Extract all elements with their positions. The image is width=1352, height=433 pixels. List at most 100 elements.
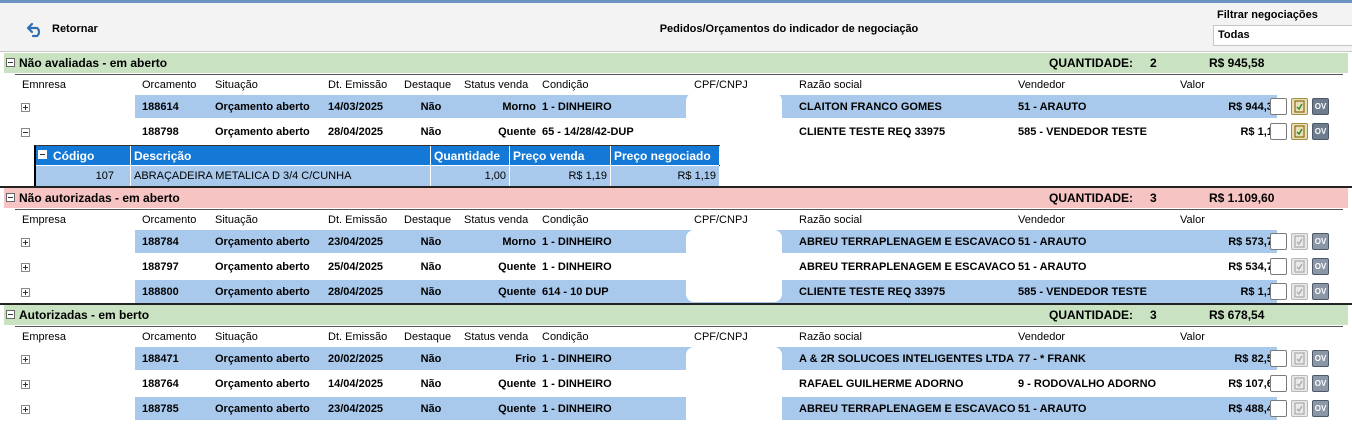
column-header-situacao[interactable]: Situação (212, 75, 325, 96)
cell-condicao: 1 - DINHEIRO (542, 378, 612, 390)
detail-header-preco-negociado[interactable]: Preço negociado (611, 146, 720, 165)
blank-note-icon[interactable] (1270, 350, 1287, 367)
expand-row-icon[interactable] (21, 355, 30, 364)
table-row[interactable]: 188798 Orçamento aberto 28/04/2025 Não Quent… (15, 120, 1343, 144)
column-header-cpf-cnpj[interactable]: CPF/CNPJ (691, 327, 796, 348)
column-header-vendedor[interactable]: Vendedor (1015, 327, 1177, 348)
column-header-razao-social[interactable]: Razão social (796, 327, 1015, 348)
cell-orcamento: 188800 (142, 286, 179, 298)
collapse-toggle-icon[interactable] (6, 310, 15, 319)
column-header-razao-social[interactable]: Razão social (796, 75, 1015, 96)
blank-note-icon[interactable] (1270, 400, 1287, 417)
back-button[interactable]: Retornar (26, 20, 98, 38)
cell-orcamento: 188764 (142, 378, 179, 390)
column-header-cpf-cnpj[interactable]: CPF/CNPJ (691, 210, 796, 231)
column-header-razao-social[interactable]: Razão social (796, 210, 1015, 231)
collapse-toggle-icon[interactable] (6, 58, 15, 67)
cell-status-venda: Morno (502, 236, 536, 248)
ov-icon[interactable]: OV (1312, 258, 1329, 275)
cell-situacao: Orçamento aberto (215, 236, 310, 248)
group-separator (0, 303, 1352, 305)
column-header-destaque[interactable]: Destaque (401, 327, 461, 348)
group-header[interactable]: Não autorizadas - em aberto QUANTIDADE: 3 R… (4, 188, 1348, 208)
column-header-vendedor[interactable]: Vendedor (1015, 75, 1177, 96)
collapse-row-icon[interactable] (21, 128, 30, 137)
detail-header-descricao[interactable]: Descrição (131, 146, 431, 165)
expand-row-icon[interactable] (21, 238, 30, 247)
clipboard-check-icon[interactable] (1291, 123, 1308, 140)
column-header-condicao[interactable]: Condição (539, 75, 691, 96)
column-header-orcamento[interactable]: Orcamento (139, 327, 212, 348)
column-header-valor[interactable]: Valor (1177, 327, 1282, 348)
column-header-dt-emissao[interactable]: Dt. Emissão (325, 327, 401, 348)
column-header-destaque[interactable]: Destaque (401, 210, 461, 231)
column-header-status-venda[interactable]: Status venda (461, 75, 539, 96)
detail-row[interactable]: 107 ABRAÇADEIRA METALICA D 3/4 C/CUNHA 1,0… (36, 166, 720, 186)
detail-cell-preco-venda: R$ 1,19 (510, 166, 611, 186)
column-header-valor[interactable]: Valor (1177, 75, 1282, 96)
ov-icon[interactable]: OV (1312, 283, 1329, 300)
column-header-row: Empresa Orcamento Situação Dt. Emissão Desta… (15, 209, 1343, 231)
group-header[interactable]: Autorizadas - em berto QUANTIDADE: 3 R$ 678… (4, 305, 1348, 325)
blank-note-icon[interactable] (1270, 123, 1287, 140)
filter-select[interactable]: Todas (1213, 25, 1352, 46)
group-header[interactable]: Não avaliadas - em aberto QUANTIDADE: 2 R$ … (4, 53, 1348, 73)
cell-destaque: Não (420, 378, 442, 390)
detail-header-quantidade[interactable]: Quantidade (431, 146, 510, 165)
cell-razao-social: A & 2R SOLUCOES INTELIGENTES LTDA (799, 353, 1015, 365)
ov-icon[interactable]: OV (1312, 233, 1329, 250)
column-header-condicao[interactable]: Condição (539, 210, 691, 231)
column-header-vendedor[interactable]: Vendedor (1015, 210, 1177, 231)
column-header-condicao[interactable]: Condição (539, 327, 691, 348)
page-title: Pedidos/Orçamentos do indicador de negoc… (659, 23, 919, 35)
column-header-empresa[interactable]: Emnresa (19, 75, 139, 96)
expand-row-icon[interactable] (21, 288, 30, 297)
detail-header-codigo[interactable]: Código (50, 146, 131, 165)
column-header-orcamento[interactable]: Orcamento (139, 210, 212, 231)
column-header-empresa[interactable]: Empresa (19, 210, 139, 231)
table-row[interactable]: 188800 Orçamento aberto 28/04/2025 Não Quent… (15, 280, 1343, 304)
quantity-value: 3 (1150, 191, 1157, 205)
ov-icon[interactable]: OV (1312, 375, 1329, 392)
column-header-destaque[interactable]: Destaque (401, 75, 461, 96)
cell-valor: R$ 573,75 (1228, 236, 1279, 248)
detail-header-preco-venda[interactable]: Preço venda (510, 146, 611, 165)
expand-row-icon[interactable] (21, 380, 30, 389)
table-row[interactable]: 188764 Orçamento aberto 14/04/2025 Não Quent… (15, 372, 1343, 396)
clipboard-check-icon[interactable] (1291, 98, 1308, 115)
column-header-orcamento[interactable]: Orcamento (139, 75, 212, 96)
column-header-status-venda[interactable]: Status venda (461, 210, 539, 231)
expand-row-icon[interactable] (21, 263, 30, 272)
table-row[interactable]: 188797 Orçamento aberto 25/04/2025 Não Quent… (15, 255, 1343, 279)
cell-dt-emissao: 20/02/2025 (328, 353, 384, 365)
collapse-detail-icon[interactable] (38, 150, 47, 159)
collapse-toggle-icon[interactable] (6, 193, 15, 202)
table-row[interactable]: 188471 Orçamento aberto 20/02/2025 Não Frio 1… (15, 347, 1343, 371)
cell-destaque: Não (420, 236, 442, 248)
column-header-status-venda[interactable]: Status venda (461, 327, 539, 348)
table-row[interactable]: 188785 Orçamento aberto 23/04/2025 Não Quent… (15, 397, 1343, 421)
ov-icon[interactable]: OV (1312, 98, 1329, 115)
expand-row-icon[interactable] (21, 103, 30, 112)
blank-note-icon[interactable] (1270, 283, 1287, 300)
ov-icon[interactable]: OV (1312, 350, 1329, 367)
expand-row-icon[interactable] (21, 405, 30, 414)
ov-icon[interactable]: OV (1312, 123, 1329, 140)
blank-note-icon[interactable] (1270, 375, 1287, 392)
column-header-situacao[interactable]: Situação (212, 210, 325, 231)
table-row[interactable]: 188784 Orçamento aberto 23/04/2025 Não Morno… (15, 230, 1343, 254)
group-total: R$ 1.109,60 (1209, 191, 1275, 205)
blank-note-icon[interactable] (1270, 98, 1287, 115)
ov-icon[interactable]: OV (1312, 400, 1329, 417)
cell-vendedor: 51 - ARAUTO (1018, 236, 1087, 248)
clipboard-check-icon (1291, 258, 1308, 275)
blank-note-icon[interactable] (1270, 258, 1287, 275)
table-row[interactable]: 188614 Orçamento aberto 14/03/2025 Não Morno… (15, 95, 1343, 119)
blank-note-icon[interactable] (1270, 233, 1287, 250)
column-header-dt-emissao[interactable]: Dt. Emissão (325, 210, 401, 231)
column-header-valor[interactable]: Valor (1177, 210, 1282, 231)
column-header-dt-emissao[interactable]: Dt. Emissão (325, 75, 401, 96)
cell-orcamento: 188797 (142, 261, 179, 273)
column-header-situacao[interactable]: Situação (212, 327, 325, 348)
column-header-empresa[interactable]: Empresa (19, 327, 139, 348)
